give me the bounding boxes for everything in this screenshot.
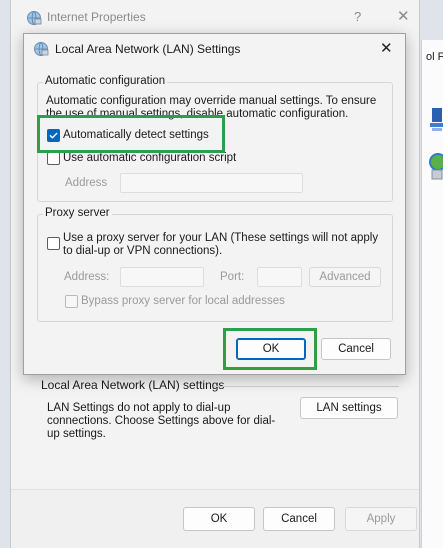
group-label: Proxy server [43,207,112,219]
checkmark-icon [49,132,58,139]
section-divider [214,386,399,387]
use-config-script-checkbox-row[interactable]: Use automatic configuration script [47,152,236,165]
apply-button[interactable]: Apply [345,507,417,531]
lan-section-description: LAN Settings do not apply to dial-up con… [47,402,276,440]
use-proxy-checkbox[interactable] [47,237,60,250]
use-proxy-checkbox-row[interactable]: Use a proxy server for your LAN (These s… [47,232,382,258]
proxy-port-input[interactable] [257,267,302,287]
bypass-local-checkbox[interactable] [65,295,78,308]
bypass-local-label: Bypass proxy server for local addresses [81,295,285,307]
advanced-button[interactable]: Advanced [309,267,381,287]
help-icon[interactable]: ? [354,9,361,24]
proxy-server-group: Proxy server Use a proxy server for your… [37,207,393,322]
script-address-label: Address [65,177,108,189]
network-icon [430,108,443,131]
automatic-configuration-description: Automatic configuration may override man… [46,95,377,120]
dialog-footer: OK Cancel Apply [11,489,419,548]
automatic-configuration-group: Automatic configuration Automatic config… [37,75,393,202]
lan-section-header: Local Area Network (LAN) settings [41,378,225,392]
lan-settings-button[interactable]: LAN settings [300,397,398,419]
globe-network-icon [429,153,443,180]
use-proxy-label: Use a proxy server for your LAN (These s… [63,232,379,257]
use-config-script-label: Use automatic configuration script [63,152,237,164]
globe-network-icon [34,42,49,56]
proxy-port-label: Port: [220,271,245,283]
lan-settings-dialog: Local Area Network (LAN) Settings ✕ Auto… [23,33,406,375]
close-icon[interactable]: ✕ [380,39,393,57]
group-label: Automatic configuration [43,75,168,87]
ok-button[interactable]: OK [236,338,306,360]
auto-detect-settings-checkbox-row[interactable]: Automatically detect settings [47,129,209,142]
cancel-button[interactable]: Cancel [263,507,335,531]
proxy-address-label: Address: [64,271,110,283]
cancel-button[interactable]: Cancel [321,338,391,360]
bypass-local-checkbox-row[interactable]: Bypass proxy server for local addresses [65,295,285,308]
dialog-titlebar: Local Area Network (LAN) Settings ✕ [24,34,405,64]
globe-network-icon [27,11,42,25]
auto-detect-settings-checkbox[interactable] [47,129,60,142]
partial-window-text: ol P [426,51,443,63]
close-icon[interactable]: ✕ [397,7,410,25]
ok-button[interactable]: OK [183,507,255,531]
proxy-address-input[interactable] [120,267,204,287]
script-address-input[interactable] [120,173,303,193]
dialog-title: Local Area Network (LAN) Settings [55,42,241,56]
background-window-edge: ol P [421,40,443,548]
window-title: Internet Properties [47,10,146,24]
use-config-script-checkbox[interactable] [47,152,60,165]
internet-properties-titlebar: Internet Properties ? ✕ [11,0,419,34]
auto-detect-settings-label: Automatically detect settings [63,129,209,141]
